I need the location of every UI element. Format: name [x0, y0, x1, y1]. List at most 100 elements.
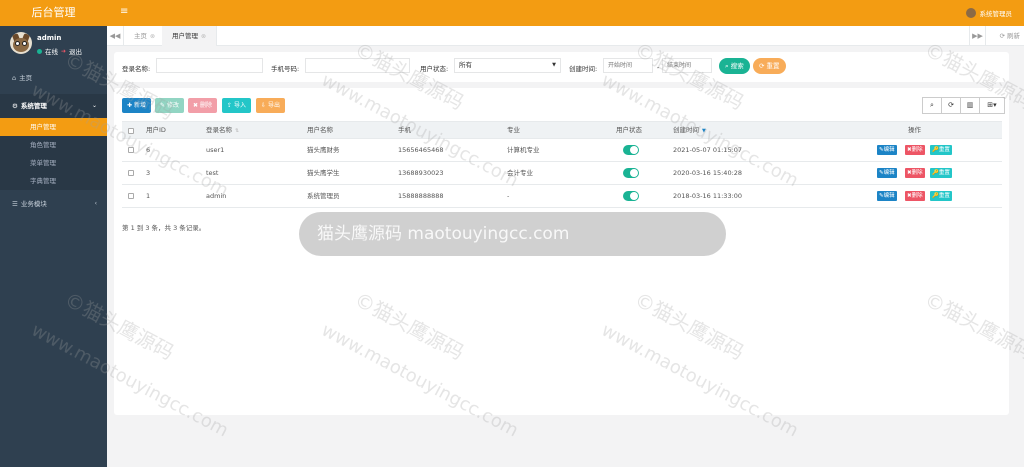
tab-users[interactable]: 用户管理 ⊗ [162, 26, 218, 46]
row-reset-button[interactable]: 🔑重置 [930, 191, 952, 201]
end-time-input[interactable] [662, 58, 712, 73]
row-reset-button[interactable]: 🔑重置 [930, 168, 952, 178]
col-header-actions: 操作 [908, 126, 921, 134]
row-delete-button[interactable]: ✖删除 [905, 145, 925, 155]
row-checkbox[interactable] [128, 147, 134, 153]
sidebar-item-system[interactable]: ⚙ 系统管理 ⌄ [0, 94, 107, 118]
login-name-label: 登录名称: [122, 65, 151, 73]
sidebar-item-dicts[interactable]: 字典管理 [0, 172, 107, 190]
pagination-info: 第 1 到 3 条，共 3 条记录。 [122, 224, 206, 232]
edit-button-label: 修改 [166, 102, 179, 109]
user-panel: admin 在线 ➜ 退出 [0, 26, 107, 62]
tabs-bar: ◀◀ 主页 ⊗ 用户管理 ⊗ ▶▶ ⟳ 刷新 [107, 26, 1024, 46]
cell-name: 系统管理员 [307, 192, 340, 200]
close-icon[interactable]: ⊗ [201, 33, 206, 40]
status-toggle[interactable] [623, 191, 639, 201]
reset-button-label: 重置 [766, 62, 780, 70]
sidebar-item-home[interactable]: ⌂ 主页 [0, 66, 107, 90]
select-all-checkbox[interactable] [128, 128, 134, 134]
search-toggle-button[interactable]: ⌕ [922, 97, 942, 114]
row-delete-button[interactable]: ✖删除 [905, 191, 925, 201]
user-status: 在线 ➜ 退出 [37, 46, 82, 56]
header-label: 登录名称 [206, 126, 232, 134]
toggle-view-button[interactable]: ▥ [960, 97, 980, 114]
columns-icon: ▥ [966, 101, 974, 109]
refresh-table-button[interactable]: ⟳ [941, 97, 961, 114]
search-button[interactable]: ⌕ 搜索 [719, 58, 750, 74]
login-name-input[interactable] [156, 58, 263, 73]
row-edit-label: 编辑 [883, 193, 895, 199]
sidebar-item-label: 系统管理 [20, 102, 47, 110]
col-header-created[interactable]: 创建时间 ▼ [673, 122, 706, 140]
plus-icon: ✚ [127, 102, 133, 109]
status-label: 用户状态: [420, 65, 449, 73]
status-select-value: 所有 [459, 61, 472, 69]
refresh-button[interactable]: ⟳ 刷新 [999, 26, 1020, 46]
col-header-login[interactable]: 登录名称 ⇅ [206, 122, 239, 140]
tabs-scroll-right-icon[interactable]: ▶▶ [969, 26, 986, 46]
sidebar-item-menus[interactable]: 菜单管理 [0, 154, 107, 172]
delete-button[interactable]: ✖ 删除 [188, 98, 217, 113]
logout-icon[interactable]: ➜ [61, 48, 66, 55]
avatar [965, 8, 976, 18]
cell-major: 会计专业 [507, 169, 533, 177]
cell-created: 2021-05-07 01:15:07 [673, 146, 743, 154]
chevron-down-icon: ⌄ [91, 102, 97, 109]
row-edit-button[interactable]: ✎编辑 [877, 145, 897, 155]
table-row[interactable]: 1 admin 系统管理员 15888888888 - 2018-03-16 1… [122, 185, 1002, 208]
row-edit-button[interactable]: ✎编辑 [877, 191, 897, 201]
download-icon: ⇩ [261, 102, 267, 109]
cell-major: - [507, 192, 510, 200]
cell-login: test [206, 169, 219, 177]
export-button[interactable]: ⇩ 导出 [256, 98, 285, 113]
phone-label: 手机号码: [271, 65, 300, 73]
avatar[interactable] [10, 32, 32, 54]
start-time-input[interactable] [603, 58, 653, 73]
status-toggle[interactable] [623, 145, 639, 155]
tab-home[interactable]: 主页 ⊗ [124, 26, 167, 46]
status-toggle[interactable] [623, 168, 639, 178]
watermark-banner: 猫头鹰源码 maotouyingcc.com [299, 212, 726, 256]
add-button[interactable]: ✚ 新增 [122, 98, 151, 113]
col-header-id[interactable]: 用户ID [146, 122, 166, 139]
search-icon: ⌕ [725, 62, 729, 70]
table-row[interactable]: 6 user1 猫头鹰财务 15656465468 计算机专业 2021-05-… [122, 139, 1002, 162]
close-icon[interactable]: ⊗ [150, 33, 155, 40]
sidebar-item-business[interactable]: ☰ 业务模块 ‹ [0, 192, 107, 216]
reset-button[interactable]: ⟳ 重置 [753, 58, 786, 74]
upload-icon: ⇪ [227, 102, 233, 109]
row-checkbox[interactable] [128, 170, 134, 176]
cell-id: 3 [146, 169, 151, 177]
col-header-name: 用户名称 [307, 126, 333, 134]
chevron-left-icon: ‹ [94, 200, 97, 207]
chevron-down-icon: ▼ [552, 62, 556, 68]
tabs-scroll-left-icon[interactable]: ◀◀ [107, 26, 124, 46]
menu-toggle-icon[interactable]: ≡ [120, 6, 128, 17]
sidebar-item-users[interactable]: 用户管理 [0, 118, 107, 136]
gear-icon: ⚙ [12, 102, 18, 110]
row-edit-button[interactable]: ✎编辑 [877, 168, 897, 178]
col-header-status: 用户状态 [616, 126, 642, 134]
col-header-major: 专业 [507, 126, 520, 134]
cell-name: 猫头鹰学生 [307, 169, 340, 177]
status-select[interactable]: 所有 ▼ [454, 58, 561, 73]
cell-phone: 15656465468 [398, 146, 444, 154]
close-icon: ✖ [193, 102, 199, 109]
logout-link[interactable]: 退出 [69, 46, 82, 56]
sidebar-item-roles[interactable]: 角色管理 [0, 136, 107, 154]
columns-menu-button[interactable]: ⊞▾ [979, 97, 1005, 114]
col-header-phone: 手机 [398, 126, 411, 134]
online-dot-icon [37, 48, 42, 54]
cell-name: 猫头鹰财务 [307, 146, 340, 154]
topbar-user-menu[interactable]: 系统管理员 [965, 8, 1012, 18]
phone-input[interactable] [305, 58, 410, 73]
import-button[interactable]: ⇪ 导入 [222, 98, 251, 113]
row-reset-button[interactable]: 🔑重置 [930, 145, 952, 155]
edit-button[interactable]: ✎ 修改 [155, 98, 184, 113]
add-button-label: 新增 [133, 102, 146, 109]
row-checkbox[interactable] [128, 193, 134, 199]
row-edit-label: 编辑 [883, 170, 895, 176]
row-delete-button[interactable]: ✖删除 [905, 168, 925, 178]
row-reset-label: 重置 [938, 193, 950, 199]
table-row[interactable]: 3 test 猫头鹰学生 13688930023 会计专业 2020-03-16… [122, 162, 1002, 185]
